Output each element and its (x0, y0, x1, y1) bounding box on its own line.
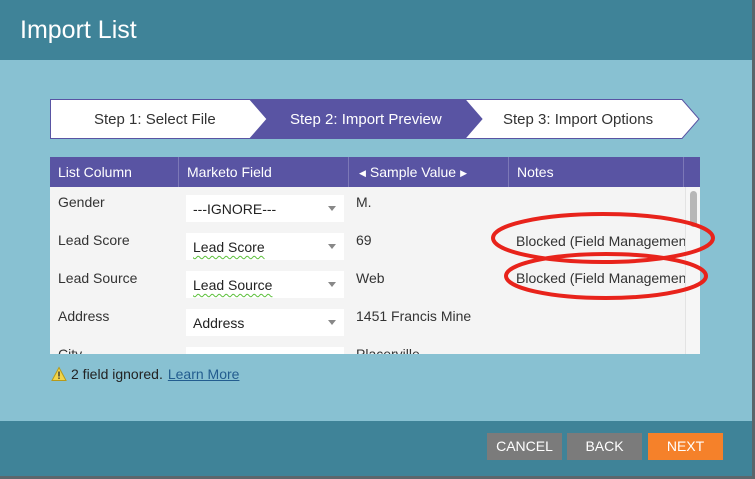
marketo-field-select[interactable]: Address (186, 309, 344, 336)
chevron-down-icon (328, 320, 336, 325)
table-header: List Column Marketo Field ◀ Sample Value ▶… (50, 157, 700, 187)
step-3-label: Step 3: Import Options (503, 110, 654, 128)
back-button[interactable]: BACK (567, 433, 642, 460)
marketo-field-select[interactable]: ---IGNORE--- (186, 195, 344, 222)
step-2-label: Step 2: Import Preview (290, 110, 442, 128)
table-scrollbar[interactable] (685, 187, 700, 354)
select-value: Lead Score (193, 239, 265, 255)
next-button[interactable]: NEXT (648, 433, 723, 460)
step-import-preview[interactable]: Step 2: Import Preview (250, 99, 482, 139)
arrow-right-icon[interactable]: ▶ (460, 158, 467, 188)
list-column-cell: Gender (58, 194, 105, 210)
column-header-notes: Notes (509, 157, 684, 187)
import-list-dialog: Import List Step 1: Select File Step 2: … (0, 0, 755, 479)
marketo-field-select[interactable] (186, 347, 344, 354)
select-value: ---IGNORE--- (193, 201, 277, 217)
dialog-header: Import List (0, 0, 752, 60)
warning-text: 2 field ignored. (71, 366, 163, 382)
table-row: Gender ---IGNORE--- M. (50, 187, 685, 225)
list-column-cell: City (58, 346, 83, 354)
sample-value-cell: 1451 Francis Mine (356, 308, 472, 324)
marketo-field-select[interactable]: Lead Source (186, 271, 344, 298)
arrow-left-icon[interactable]: ◀ (359, 158, 366, 188)
column-header-list-column: List Column (50, 157, 179, 187)
scrollbar-thumb[interactable] (690, 191, 697, 227)
sample-value-label: Sample Value (369, 164, 457, 180)
select-value: Lead Source (193, 277, 273, 293)
sample-value-cell: M. (356, 194, 372, 210)
cancel-button[interactable]: CANCEL (487, 433, 562, 460)
step-import-options[interactable]: Step 3: Import Options (465, 99, 700, 139)
step-select-file[interactable]: Step 1: Select File (50, 99, 268, 139)
list-column-cell: Address (58, 308, 110, 324)
notes-cell: Blocked (Field Management (516, 233, 691, 249)
import-preview-table: List Column Marketo Field ◀ Sample Value ▶… (50, 157, 700, 354)
list-column-cell: Lead Score (58, 232, 130, 248)
learn-more-link[interactable]: Learn More (168, 366, 240, 382)
chevron-down-icon (328, 244, 336, 249)
sample-value-cell: 69 (356, 232, 372, 248)
sample-value-cell: Placerville (356, 346, 420, 354)
column-header-sample-value: ◀ Sample Value ▶ (349, 157, 509, 187)
table-row: City Placerville (50, 339, 685, 354)
ignored-fields-warning: 2 field ignored. Learn More (51, 364, 239, 384)
marketo-field-select[interactable]: Lead Score (186, 233, 344, 260)
column-header-marketo-field: Marketo Field (179, 157, 349, 187)
table-row: Address Address 1451 Francis Mine (50, 301, 685, 339)
list-column-cell: Lead Source (58, 270, 138, 286)
step-wizard: Step 1: Select File Step 2: Import Previ… (50, 99, 700, 139)
select-value: Address (193, 315, 245, 331)
step-1-label: Step 1: Select File (94, 110, 216, 128)
sample-value-cell: Web (356, 270, 385, 286)
dialog-title: Import List (20, 16, 137, 44)
notes-cell: Blocked (Field Management (516, 270, 691, 286)
chevron-down-icon (328, 206, 336, 211)
table-row: Lead Source Lead Source Web Blocked (Fie… (50, 263, 690, 301)
warning-triangle-icon (51, 366, 67, 381)
table-row: Lead Score Lead Score 69 Blocked (Field … (50, 225, 690, 263)
chevron-down-icon (328, 282, 336, 287)
dialog-footer: CANCEL BACK NEXT (0, 421, 752, 476)
